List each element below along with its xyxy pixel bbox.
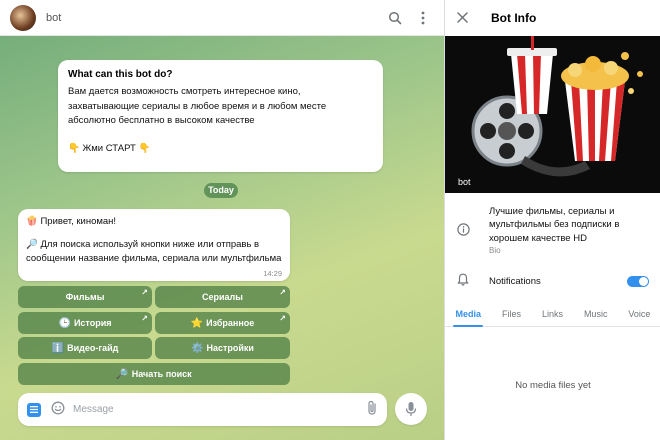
keyboard-button-movies[interactable]: Фильмы ↗ xyxy=(18,286,152,308)
forward-arrow-icon: ↗ xyxy=(279,314,286,323)
tab-links[interactable]: Links xyxy=(540,305,565,327)
forward-arrow-icon: ↗ xyxy=(141,314,148,323)
bot-description-text: Вам дается возможность смотреть интересн… xyxy=(68,86,327,127)
chat-title[interactable]: bot xyxy=(46,12,378,24)
smile-icon[interactable] xyxy=(51,401,65,418)
microphone-icon[interactable] xyxy=(395,393,427,425)
bell-icon xyxy=(457,273,473,289)
forward-arrow-icon: ↗ xyxy=(279,288,286,297)
tab-media[interactable]: Media xyxy=(453,305,483,327)
keyboard-button-label: История xyxy=(73,318,112,328)
tab-voice[interactable]: Voice xyxy=(626,305,652,327)
message-greeting: 🍿 Привет, киноман! xyxy=(26,216,117,227)
empty-media-text: No media files yet xyxy=(515,380,591,391)
cinema-cover-illustration xyxy=(445,36,660,193)
notifications-label: Notifications xyxy=(489,275,541,287)
notifications-toggle[interactable] xyxy=(627,275,649,287)
bio-label: Bio xyxy=(489,245,501,255)
bot-message: 🍿 Привет, киноман! 🔎 Для поиска использу… xyxy=(18,209,290,281)
bot-menu-icon[interactable] xyxy=(27,402,41,417)
bot-avatar[interactable] xyxy=(10,4,36,31)
keyboard-button-video-guide[interactable]: ℹ️ Видео-гайд xyxy=(18,337,152,359)
tab-files[interactable]: Files xyxy=(500,305,523,327)
message-composer xyxy=(18,393,387,426)
clock-icon: 🕒 xyxy=(58,317,71,329)
chat-header: bot xyxy=(0,0,444,36)
notifications-row[interactable]: Notifications xyxy=(445,270,660,292)
search-icon: 🔎 xyxy=(116,368,129,380)
bio-block: Лучшие фильмы, сериалы и мультфильмы без… xyxy=(489,205,645,255)
keyboard-button-start-search[interactable]: 🔎 Начать поиск xyxy=(18,363,290,385)
message-time: 14:29 xyxy=(263,269,282,278)
keyboard-button-label: Видео-гайд xyxy=(67,343,119,353)
keyboard-button-label: Избранное xyxy=(206,318,255,328)
tab-music[interactable]: Music xyxy=(582,305,610,327)
keyboard-button-favorites[interactable]: ⭐ Избранное ↗ xyxy=(155,312,290,334)
bot-description-title: What can this bot do? xyxy=(68,69,173,80)
panel-header: Bot Info xyxy=(445,0,660,36)
info-icon: ℹ️ xyxy=(51,342,65,354)
gear-icon: ⚙️ xyxy=(191,342,204,354)
toggle-knob xyxy=(639,276,648,286)
panel-title: Bot Info xyxy=(491,11,537,25)
shared-media-tabs: Media Files Links Music Voice xyxy=(445,305,660,327)
bot-description-card: What can this bot do? Вам дается возможн… xyxy=(58,60,383,172)
search-icon[interactable] xyxy=(384,7,406,29)
date-separator: Today xyxy=(204,183,238,198)
forward-arrow-icon: ↗ xyxy=(141,288,148,297)
paperclip-icon[interactable] xyxy=(366,400,378,419)
keyboard-button-label: Настройки xyxy=(206,343,254,353)
star-icon: ⭐ xyxy=(190,317,204,329)
chat-area: bot What can this bot do? Вам дается воз… xyxy=(0,0,444,440)
keyboard-button-settings[interactable]: ⚙️ Настройки xyxy=(155,337,290,359)
keyboard-button-label: Сериалы xyxy=(202,292,243,302)
message-instructions: 🔎 Для поиска используй кнопки ниже или о… xyxy=(26,238,282,264)
info-icon xyxy=(457,223,473,255)
bio-text: Лучшие фильмы, сериалы и мультфильмы без… xyxy=(489,206,620,244)
keyboard-button-label: Фильмы xyxy=(65,292,105,302)
keyboard-button-history[interactable]: 🕒 История ↗ xyxy=(18,312,152,334)
bot-cover-image[interactable]: bot xyxy=(445,36,660,193)
close-icon[interactable] xyxy=(457,10,473,26)
keyboard-button-label: Начать поиск xyxy=(131,369,192,379)
message-input[interactable] xyxy=(73,404,366,415)
more-vertical-icon[interactable] xyxy=(412,7,434,29)
bot-description-start: 👇 Жми СТАРТ 👇 xyxy=(68,143,151,155)
bio-row[interactable]: Лучшие фильмы, сериалы и мультфильмы без… xyxy=(445,205,660,255)
keyboard-button-series[interactable]: Сериалы ↗ xyxy=(155,286,290,308)
bot-info-panel: Bot Info bot Лучшие фильмы, сериалы и му… xyxy=(444,0,660,440)
cover-bot-name: bot xyxy=(458,177,471,187)
